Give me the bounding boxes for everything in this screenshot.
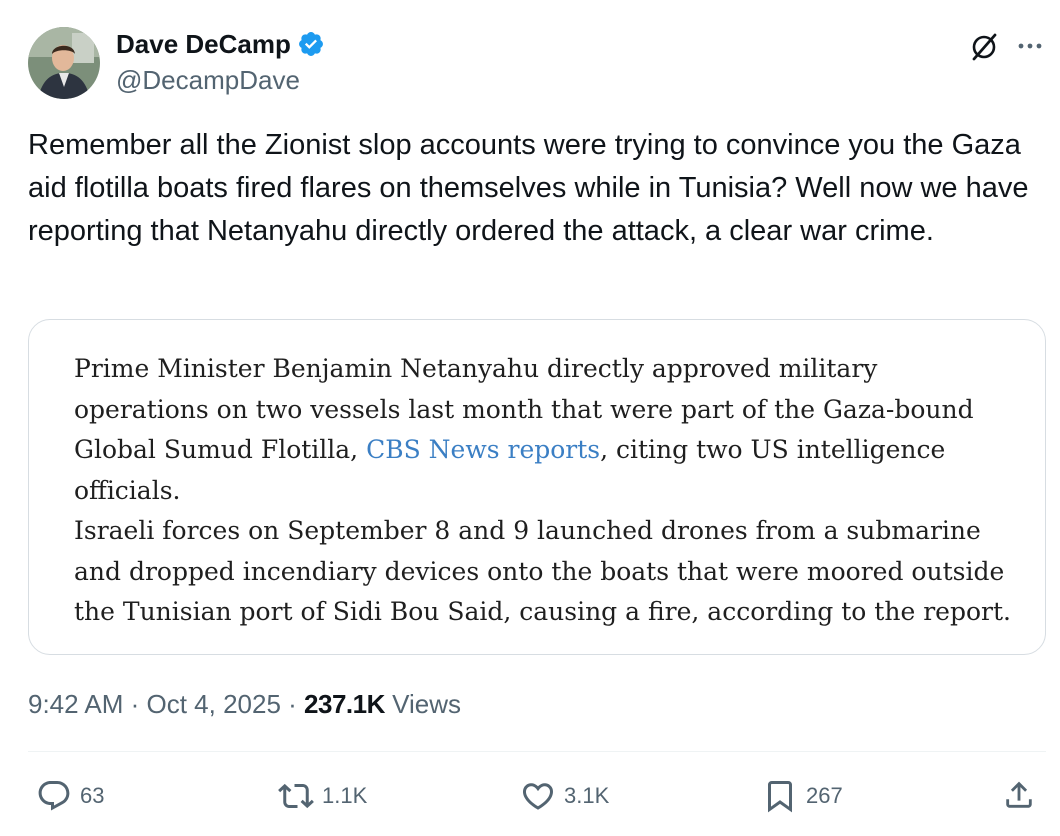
- bookmark-button[interactable]: 267: [762, 776, 843, 816]
- bookmark-count: 267: [806, 783, 843, 808]
- tweet-text: Remember all the Zionist slop accounts w…: [28, 129, 1029, 247]
- reply-count: 63: [80, 783, 105, 808]
- reply-icon: [36, 778, 72, 814]
- avatar-image: [28, 27, 100, 99]
- tweet-metadata: 9:42 AM · Oct 4, 2025 · 237.1K Views: [28, 686, 461, 722]
- bookmark-icon: [762, 778, 798, 814]
- like-button[interactable]: 3.1K: [520, 776, 609, 816]
- share-icon[interactable]: [1002, 778, 1036, 812]
- tweet-date[interactable]: Oct 4, 2025: [147, 689, 281, 719]
- avatar[interactable]: [28, 27, 100, 99]
- divider: [28, 751, 1046, 752]
- reply-button[interactable]: 63: [36, 776, 104, 816]
- author-name-row[interactable]: Dave DeCamp: [116, 28, 325, 60]
- quoted-article-card[interactable]: Prime Minister Benjamin Netanyahu direct…: [28, 319, 1046, 655]
- views-count: 237.1K: [304, 689, 385, 719]
- author-handle[interactable]: @DecampDave: [116, 64, 300, 96]
- grok-icon[interactable]: [968, 30, 1000, 62]
- tweet-time[interactable]: 9:42 AM: [28, 689, 123, 719]
- more-options-icon[interactable]: [1014, 30, 1046, 62]
- author-display-name[interactable]: Dave DeCamp: [116, 28, 291, 60]
- heart-icon: [520, 778, 556, 814]
- repost-button[interactable]: 1.1K: [278, 776, 367, 816]
- views-label: Views: [384, 689, 461, 719]
- verified-badge-icon: [297, 30, 325, 58]
- meta-separator: ·: [123, 689, 147, 719]
- repost-count: 1.1K: [322, 783, 368, 808]
- like-count: 3.1K: [564, 783, 610, 808]
- meta-separator: ·: [280, 689, 305, 719]
- quote-paragraph-1: Prime Minister Benjamin Netanyahu direct…: [74, 349, 1014, 511]
- cbs-news-link[interactable]: CBS News reports: [366, 435, 600, 464]
- quote-paragraph-2: Israeli forces on September 8 and 9 laun…: [74, 516, 1011, 626]
- repost-icon: [278, 778, 314, 814]
